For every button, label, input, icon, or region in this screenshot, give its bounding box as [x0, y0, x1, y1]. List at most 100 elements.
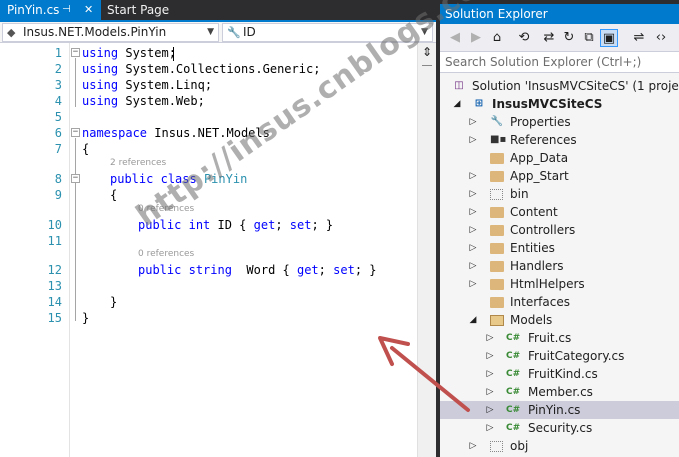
line-number: 6 [54, 126, 62, 140]
sync-icon[interactable]: ⇄ [540, 29, 558, 47]
codelens-references[interactable]: 2 references [110, 158, 166, 169]
csharp-project-icon: ⊞ [474, 98, 484, 109]
line-number: 13 [47, 279, 62, 293]
collapse-all-icon[interactable]: ⧉ [580, 29, 598, 47]
collapsed-chevron-icon[interactable]: ▷ [468, 203, 478, 221]
tree-item-label: Security.cs [528, 421, 593, 435]
tree-item-label: Fruit.cs [528, 331, 572, 345]
folder-icon [490, 279, 504, 290]
text-caret [173, 47, 174, 61]
back-icon[interactable]: ◀ [446, 29, 464, 47]
tab-pinyin-cs[interactable]: PinYin.cs ⊣ ✕ [0, 0, 101, 20]
collapsed-chevron-icon[interactable]: ▷ [468, 257, 478, 275]
home-icon[interactable]: ⌂ [488, 29, 506, 47]
tree-item-solution[interactable]: ◫ Solution 'InsusMVCSiteCS' (1 project) [440, 77, 679, 95]
code-line: using System; [82, 46, 176, 60]
csharp-file-icon: C# [506, 369, 521, 379]
tree-item-interfaces[interactable]: Interfaces [440, 293, 679, 311]
tree-item-member-cs[interactable]: ▷ C# Member.cs [440, 383, 679, 401]
folder-icon [490, 153, 504, 164]
tree-item-models[interactable]: ◢ Models [440, 311, 679, 329]
line-number: 7 [54, 142, 62, 156]
code-line: } [82, 311, 90, 325]
tree-item-pinyin-cs[interactable]: ▷ C# PinYin.cs [440, 401, 679, 419]
line-number: 9 [54, 188, 62, 202]
tree-item-bin[interactable]: ▷ bin [440, 185, 679, 203]
panel-title[interactable]: Solution Explorer [440, 4, 679, 24]
tab-start-page[interactable]: Start Page [101, 0, 201, 20]
fold-guide [75, 58, 76, 107]
code-line: using System.Web; [82, 94, 205, 108]
tree-item-htmlhelpers[interactable]: ▷ HtmlHelpers [440, 275, 679, 293]
tab-label: PinYin.cs [7, 3, 60, 17]
solution-icon: ◫ [454, 80, 464, 91]
collapsed-chevron-icon[interactable]: ▷ [468, 239, 478, 257]
code-view-icon[interactable]: ‹› [652, 29, 670, 47]
collapsed-chevron-icon[interactable]: ▷ [468, 185, 478, 203]
tree-item-content[interactable]: ▷ Content [440, 203, 679, 221]
solution-tree: ◫ Solution 'InsusMVCSiteCS' (1 project) ◢ ⊞… [440, 73, 679, 457]
tree-item-label: Handlers [510, 259, 564, 273]
tree-item-label: FruitCategory.cs [528, 349, 625, 363]
refresh-icon[interactable]: ↻ [560, 29, 578, 47]
collapsed-chevron-icon[interactable]: ▷ [485, 365, 495, 383]
code-text-area[interactable]: 1 2 3 4 5 6 7 8 9 10 11 12 13 14 15 − − − using System… [0, 43, 417, 457]
pin-icon[interactable]: ⊣ [62, 0, 71, 20]
collapse-icon[interactable]: − [71, 128, 80, 137]
close-icon[interactable]: ✕ [84, 0, 93, 20]
collapsed-chevron-icon[interactable]: ▷ [485, 329, 495, 347]
show-all-files-icon[interactable]: ▣ [600, 29, 618, 47]
tree-item-label: bin [510, 187, 529, 201]
member-dropdown-value: ID [243, 25, 256, 39]
tree-item-obj[interactable]: ▷ obj [440, 437, 679, 455]
collapsed-chevron-icon[interactable]: ▷ [485, 419, 495, 437]
line-number: 4 [54, 94, 62, 108]
collapsed-chevron-icon[interactable]: ▷ [468, 437, 478, 455]
tree-item-fruitcategory-cs[interactable]: ▷ C# FruitCategory.cs [440, 347, 679, 365]
solution-search-input[interactable]: Search Solution Explorer (Ctrl+;) [440, 52, 679, 73]
csharp-file-icon: C# [506, 405, 521, 415]
tree-item-app-data[interactable]: App_Data [440, 149, 679, 167]
csharp-file-icon: C# [506, 387, 521, 397]
tree-item-app-start[interactable]: ▷ App_Start [440, 167, 679, 185]
collapse-icon[interactable]: − [71, 48, 80, 57]
code-line: { [110, 188, 118, 202]
tree-item-entities[interactable]: ▷ Entities [440, 239, 679, 257]
chevron-down-icon: ▼ [207, 27, 214, 37]
tree-item-security-cs[interactable]: ▷ C# Security.cs [440, 419, 679, 437]
tree-item-references[interactable]: ▷ ■▪ References [440, 131, 679, 149]
collapsed-chevron-icon[interactable]: ▷ [485, 383, 495, 401]
forward-icon[interactable]: ▶ [467, 29, 485, 47]
tree-item-project[interactable]: ◢ ⊞ InsusMVCSiteCS [440, 95, 679, 113]
tree-item-label: References [510, 133, 577, 147]
tree-item-handlers[interactable]: ▷ Handlers [440, 257, 679, 275]
collapse-icon[interactable]: − [71, 174, 80, 183]
collapsed-chevron-icon[interactable]: ▷ [468, 221, 478, 239]
line-number: 12 [47, 263, 62, 277]
line-number: 5 [54, 110, 62, 124]
tree-item-label: Controllers [510, 223, 576, 237]
tree-item-fruitkind-cs[interactable]: ▷ C# FruitKind.cs [440, 365, 679, 383]
wrench-icon: 🔧 [227, 26, 241, 39]
expanded-chevron-icon[interactable]: ◢ [452, 95, 462, 113]
collapsed-chevron-icon[interactable]: ▷ [468, 113, 478, 131]
line-number: 11 [47, 234, 62, 248]
collapsed-chevron-icon[interactable]: ▷ [468, 167, 478, 185]
collapsed-chevron-icon[interactable]: ▷ [468, 275, 478, 293]
class-dropdown[interactable]: ◆ Insus.NET.Models.PinYin ▼ [2, 23, 219, 42]
collapsed-chevron-icon[interactable]: ▷ [485, 401, 495, 419]
codelens-references[interactable]: 0 references [138, 249, 194, 260]
expanded-chevron-icon[interactable]: ◢ [468, 311, 478, 329]
tree-item-controllers[interactable]: ▷ Controllers [440, 221, 679, 239]
vertical-scrollbar[interactable]: ⇕ [417, 43, 436, 457]
tree-item-fruit-cs[interactable]: ▷ C# Fruit.cs [440, 329, 679, 347]
split-window-icon[interactable]: ⇕ [420, 45, 434, 59]
line-number: 3 [54, 78, 62, 92]
history-icon[interactable]: ⟲ [515, 29, 533, 47]
tree-item-properties[interactable]: ▷ 🔧 Properties [440, 113, 679, 131]
collapsed-chevron-icon[interactable]: ▷ [485, 347, 495, 365]
line-number: 1 [54, 46, 62, 60]
pending-changes-icon[interactable]: ⇌ [630, 29, 648, 47]
collapsed-chevron-icon[interactable]: ▷ [468, 131, 478, 149]
folder-icon [490, 207, 504, 218]
